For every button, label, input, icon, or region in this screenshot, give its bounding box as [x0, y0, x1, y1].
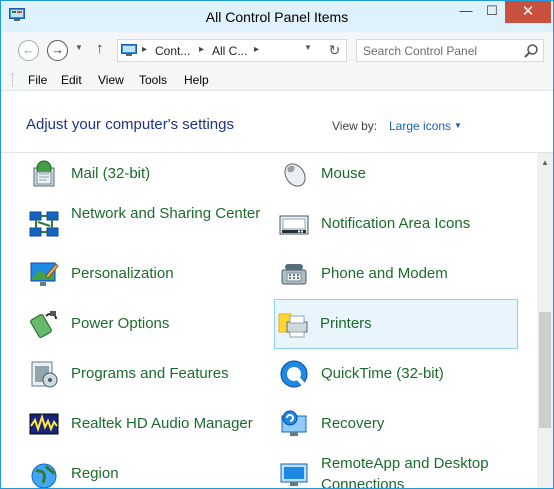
- page-heading: Adjust your computer's settings: [26, 116, 234, 133]
- item-notification-area[interactable]: Notification Area Icons: [275, 199, 519, 249]
- region-icon: [31, 463, 57, 488]
- item-power-options[interactable]: Power Options: [25, 299, 269, 349]
- menu-file[interactable]: File: [28, 73, 47, 87]
- item-mail[interactable]: Mail (32-bit): [25, 153, 269, 199]
- control-panel-icon: [121, 44, 137, 56]
- phone-icon: [281, 264, 307, 285]
- chevron-down-icon[interactable]: ▼: [454, 121, 462, 130]
- forward-button[interactable]: →: [47, 40, 68, 61]
- item-label: RemoteApp and Desktop Connections: [321, 455, 489, 489]
- mail-icon: [33, 160, 55, 187]
- vertical-scrollbar[interactable]: ▲: [537, 153, 553, 488]
- search-input[interactable]: [363, 43, 513, 59]
- menu-view[interactable]: View: [98, 73, 124, 87]
- personalization-icon: [30, 262, 59, 286]
- refresh-button[interactable]: ↻: [323, 39, 347, 62]
- item-label: Notification Area Icons: [321, 215, 471, 232]
- item-remoteapp[interactable]: RemoteApp and Desktop Connections: [275, 449, 519, 489]
- item-printers[interactable]: Printers: [274, 299, 518, 349]
- remoteapp-icon: [280, 463, 308, 486]
- item-recovery[interactable]: Recovery: [275, 399, 519, 449]
- item-label: Region: [71, 465, 119, 482]
- item-personalization[interactable]: Personalization: [25, 249, 269, 299]
- item-label: Printers: [320, 315, 372, 332]
- control-panel-window: All Control Panel Items — ☐ ✕ ← → ▼ ↑ ▸ …: [0, 0, 554, 489]
- item-label: Network and Sharing Center: [71, 205, 261, 222]
- breadcrumb-separator[interactable]: ▸: [254, 44, 259, 55]
- view-by-dropdown[interactable]: Large icons: [389, 119, 451, 133]
- recent-locations-dropdown[interactable]: ▼: [75, 43, 83, 52]
- breadcrumb-control-panel[interactable]: Cont...: [155, 44, 190, 58]
- menu-tools[interactable]: Tools: [139, 73, 167, 87]
- breadcrumb-separator[interactable]: ▸: [142, 44, 147, 55]
- item-region[interactable]: Region: [25, 449, 269, 488]
- search-icon[interactable]: [523, 43, 539, 59]
- mouse-icon: [284, 163, 306, 187]
- item-label: Phone and Modem: [321, 265, 448, 282]
- content-header: Adjust your computer's settings View by:…: [1, 91, 553, 153]
- notification-area-icon: [279, 215, 309, 235]
- scroll-up-arrow[interactable]: ▲: [537, 155, 553, 171]
- quicktime-icon: [280, 360, 308, 388]
- maximize-button[interactable]: ☐: [479, 1, 505, 23]
- menu-edit[interactable]: Edit: [61, 73, 82, 87]
- scrollbar-thumb[interactable]: [539, 312, 551, 428]
- item-network-sharing[interactable]: Network and Sharing Center: [25, 199, 269, 249]
- address-history-dropdown[interactable]: ▼: [304, 43, 312, 52]
- back-button[interactable]: ←: [18, 40, 39, 61]
- title-bar[interactable]: All Control Panel Items — ☐ ✕: [1, 1, 553, 32]
- close-button[interactable]: ✕: [505, 1, 551, 23]
- item-label: Power Options: [71, 315, 170, 332]
- item-mouse[interactable]: Mouse: [275, 153, 519, 199]
- item-label: Recovery: [321, 415, 385, 432]
- network-icon: [29, 211, 59, 237]
- search-box[interactable]: [356, 39, 544, 62]
- menu-grip: [12, 73, 14, 87]
- item-label: QuickTime (32-bit): [321, 365, 444, 382]
- item-label: Realtek HD Audio Manager: [71, 415, 253, 432]
- power-icon: [30, 311, 57, 338]
- item-phone-modem[interactable]: Phone and Modem: [275, 249, 519, 299]
- printer-icon: [278, 313, 308, 338]
- item-label: Mouse: [321, 165, 367, 182]
- item-realtek-audio[interactable]: Realtek HD Audio Manager: [25, 399, 269, 449]
- item-programs-features[interactable]: Programs and Features: [25, 349, 269, 399]
- item-label: Mail (32-bit): [71, 165, 151, 182]
- minimize-button[interactable]: —: [453, 1, 479, 23]
- view-by-label: View by:: [332, 119, 378, 133]
- item-label: Personalization: [71, 265, 174, 282]
- control-panel-items: Mail (32-bit) Mouse Network and Sharing …: [1, 153, 537, 489]
- breadcrumb-all-items[interactable]: All C...: [212, 44, 247, 58]
- menu-bar: File Edit View Tools Help: [1, 69, 553, 91]
- menu-help[interactable]: Help: [184, 73, 209, 87]
- programs-icon: [31, 361, 58, 388]
- item-label: Programs and Features: [71, 365, 229, 382]
- navigation-bar: ← → ▼ ↑ ▸ Cont... ▸ All C... ▸ ▼ ↻: [1, 32, 553, 69]
- up-button[interactable]: ↑: [96, 40, 104, 57]
- audio-icon: [29, 413, 59, 435]
- item-quicktime[interactable]: QuickTime (32-bit): [275, 349, 519, 399]
- recovery-icon: [281, 410, 307, 436]
- address-bar[interactable]: ▸ Cont... ▸ All C... ▸: [117, 39, 347, 62]
- breadcrumb-separator[interactable]: ▸: [199, 44, 204, 55]
